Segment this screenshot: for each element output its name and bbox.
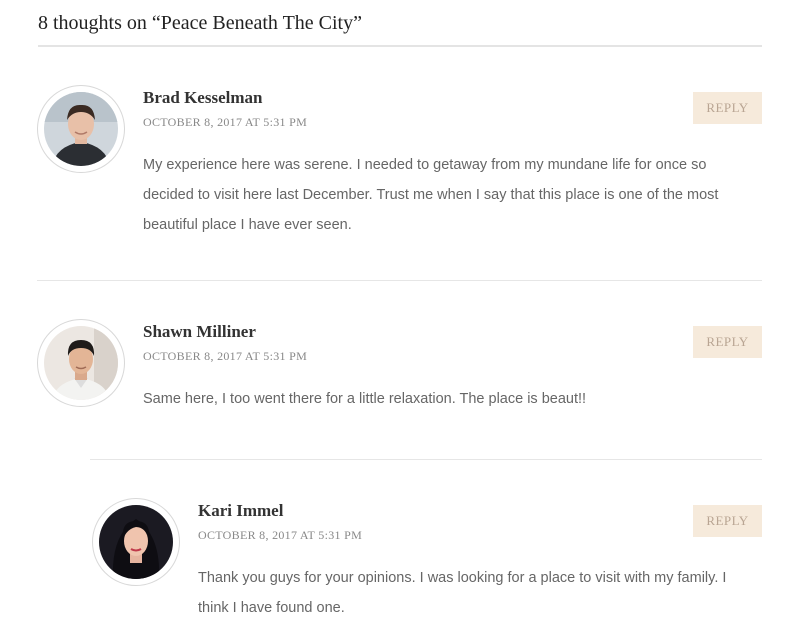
avatar[interactable] (44, 92, 118, 166)
avatar[interactable] (44, 326, 118, 400)
reply-button[interactable]: REPLY (693, 326, 762, 358)
avatar-frame (92, 498, 180, 586)
avatar[interactable] (99, 505, 173, 579)
comment-author[interactable]: Brad Kesselman (143, 88, 262, 108)
avatar-frame (37, 85, 125, 173)
heading-divider (38, 45, 762, 47)
comment-date[interactable]: OCTOBER 8, 2017 AT 5:31 PM (143, 349, 307, 364)
comment-divider (37, 280, 762, 281)
comment-text: Thank you guys for your opinions. I was … (198, 570, 727, 616)
comment-author[interactable]: Shawn Milliner (143, 322, 256, 342)
comment-divider (90, 459, 762, 460)
comment-date[interactable]: OCTOBER 8, 2017 AT 5:31 PM (198, 528, 362, 543)
reply-button[interactable]: REPLY (693, 505, 762, 537)
reply-button[interactable]: REPLY (693, 92, 762, 124)
comment-date[interactable]: OCTOBER 8, 2017 AT 5:31 PM (143, 115, 307, 130)
avatar-frame (37, 319, 125, 407)
comment-author[interactable]: Kari Immel (198, 501, 283, 521)
comment-text: Same here, I too went there for a little… (143, 391, 587, 407)
comment-text: My experience here was serene. I needed … (143, 157, 719, 233)
comments-heading: 8 thoughts on “Peace Beneath The City” (38, 12, 362, 34)
